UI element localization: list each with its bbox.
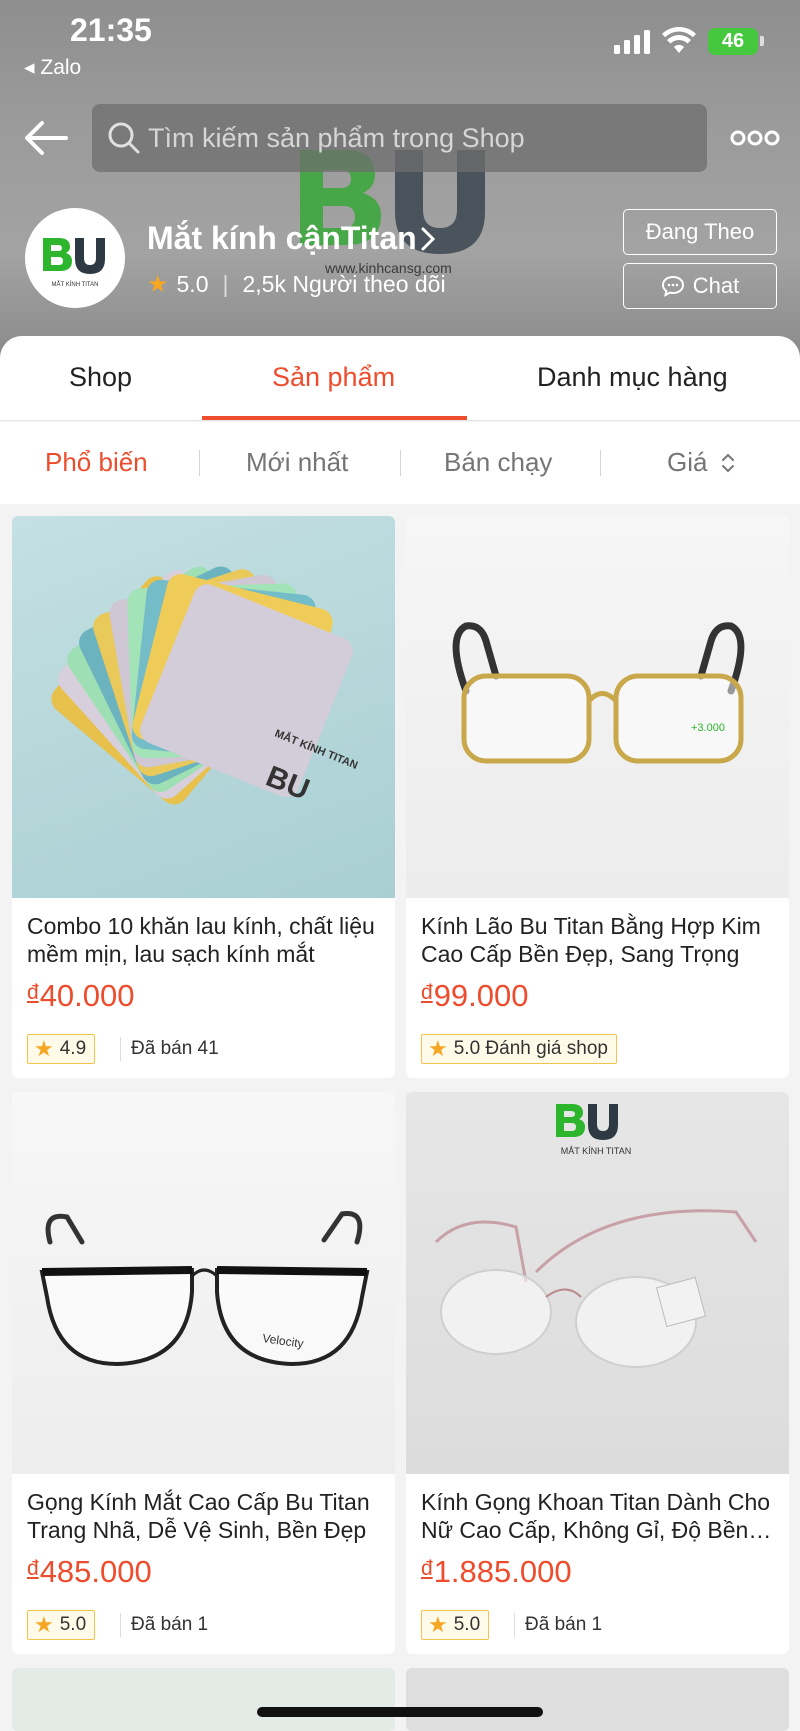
- product-card[interactable]: MẮT KÍNH TITAN Kính Gọng Khoan Titan Dàn…: [406, 1092, 789, 1654]
- price-value: 40.000: [39, 978, 135, 1013]
- product-price: đ40.000: [27, 978, 135, 1014]
- product-image[interactable]: +3.000: [406, 516, 789, 898]
- product-title[interactable]: Kính Gọng Khoan Titan Dành Cho Nữ Cao Cấ…: [421, 1488, 776, 1544]
- sort-arrows-icon: [721, 453, 734, 473]
- product-card[interactable]: [12, 1668, 395, 1731]
- rating-value: 4.9: [59, 1038, 87, 1059]
- price-value: 1.885.000: [433, 1554, 572, 1589]
- chat-bubble-icon: [661, 275, 684, 297]
- tab-categories[interactable]: Danh mục hàng: [537, 362, 728, 393]
- product-card[interactable]: [406, 1668, 789, 1731]
- product-card[interactable]: Velocity Gọng Kính Mắt Cao Cấp Bu Titan …: [12, 1092, 395, 1654]
- rating-value: 5.0 Đánh giá shop: [453, 1038, 608, 1059]
- star-icon: ★: [428, 1612, 448, 1637]
- back-arrow-icon[interactable]: [22, 118, 70, 158]
- wifi-icon: [662, 27, 696, 53]
- chevron-right-icon[interactable]: [420, 226, 436, 252]
- product-title[interactable]: Gọng Kính Mắt Cao Cấp Bu Titan Trang Nhã…: [27, 1488, 382, 1544]
- sort-best-selling[interactable]: Bán chạy: [444, 447, 552, 478]
- shop-search-bar[interactable]: [92, 104, 707, 172]
- rimless-glasses-image: MẮT KÍNH TITAN: [434, 1104, 758, 1368]
- battery-nub: [760, 36, 764, 46]
- rating-badge: ★ 5.0: [27, 1610, 96, 1640]
- sort-price-label: Giá: [667, 447, 708, 477]
- star-icon: ★: [147, 271, 169, 298]
- sort-divider: [400, 450, 401, 476]
- star-icon: ★: [34, 1036, 54, 1061]
- sort-divider: [199, 450, 200, 476]
- product-price: đ485.000: [27, 1554, 152, 1590]
- shop-rating-badge: ★ 5.0 Đánh giá shop: [421, 1034, 617, 1064]
- sold-count: Đã bán 1: [120, 1613, 208, 1637]
- home-indicator[interactable]: [257, 1707, 543, 1717]
- price-value: 99.000: [433, 978, 529, 1013]
- sort-price[interactable]: Giá: [667, 447, 735, 478]
- rating-value: 5.0: [453, 1614, 481, 1635]
- chat-button[interactable]: Chat: [623, 263, 777, 309]
- currency-symbol: đ: [27, 981, 39, 1004]
- eyeglass-frame-image: Velocity: [39, 1211, 370, 1367]
- currency-symbol: đ: [27, 1557, 39, 1580]
- active-tab-indicator: [202, 416, 467, 420]
- product-card[interactable]: MẮT KÍNH TITAN BU Combo 10 khăn lau kính…: [12, 516, 395, 1078]
- tab-shop[interactable]: Shop: [69, 362, 132, 393]
- battery-indicator: 46: [708, 28, 758, 55]
- tab-products[interactable]: Sản phẩm: [272, 362, 395, 393]
- shop-followers: 2,5k Người theo dõi: [242, 271, 446, 297]
- star-icon: ★: [428, 1036, 448, 1061]
- rating-badge: ★ 4.9: [27, 1034, 96, 1064]
- product-title[interactable]: Kính Lão Bu Titan Bằng Hợp Kim Cao Cấp B…: [421, 912, 776, 968]
- product-image[interactable]: Velocity: [12, 1092, 395, 1474]
- product-image[interactable]: MẮT KÍNH TITAN BU: [12, 516, 395, 898]
- search-icon: [108, 122, 140, 154]
- following-button-label: Đang Theo: [645, 219, 755, 244]
- cellular-signal-icon: [614, 30, 650, 54]
- shop-logo: MẮT KÍNH TITAN: [43, 238, 105, 288]
- shop-tabs: Shop Sản phẩm Danh mục hàng: [0, 336, 800, 421]
- rating-badge: ★ 5.0: [421, 1610, 490, 1640]
- back-to-app-link[interactable]: ◂ Zalo: [24, 55, 81, 80]
- following-button[interactable]: Đang Theo: [623, 209, 777, 255]
- image-logo-caption: MẮT KÍNH TITAN: [561, 1146, 632, 1156]
- currency-symbol: đ: [421, 1557, 433, 1580]
- battery-level: 46: [721, 30, 745, 52]
- sort-divider: [600, 450, 601, 476]
- star-icon: ★: [34, 1612, 54, 1637]
- product-image[interactable]: MẮT KÍNH TITAN: [406, 1092, 789, 1474]
- more-options-icon[interactable]: [730, 126, 780, 150]
- search-input[interactable]: [148, 104, 688, 172]
- chat-button-label: Chat: [692, 273, 740, 298]
- currency-symbol: đ: [421, 981, 433, 1004]
- status-bar: 21:35 ◂ Zalo 46: [0, 0, 800, 80]
- shop-name[interactable]: Mắt kính cậnTitan: [147, 220, 417, 257]
- shop-rating: 5.0: [176, 271, 209, 297]
- product-title[interactable]: Combo 10 khăn lau kính, chất liệu mềm mị…: [27, 912, 382, 968]
- shop-logo-caption: MẮT KÍNH TITAN: [51, 280, 98, 288]
- rating-value: 5.0: [59, 1614, 87, 1635]
- sort-newest[interactable]: Mới nhất: [246, 447, 348, 478]
- lens-label: +3.000: [691, 722, 725, 734]
- product-card[interactable]: +3.000 Kính Lão Bu Titan Bằng Hợp Kim Ca…: [406, 516, 789, 1078]
- shop-avatar[interactable]: MẮT KÍNH TITAN: [25, 208, 125, 308]
- cleaning-cloths-image: MẮT KÍNH TITAN BU: [51, 566, 360, 807]
- reading-glasses-image: +3.000: [452, 622, 745, 764]
- shop-stats: ★ 5.0 | 2,5k Người theo dõi: [147, 270, 446, 299]
- sort-popular[interactable]: Phổ biến: [45, 447, 148, 478]
- product-price: đ1.885.000: [421, 1554, 572, 1590]
- status-time: 21:35: [70, 12, 152, 48]
- sold-count: Đã bán 41: [120, 1037, 219, 1061]
- stats-divider: |: [222, 271, 229, 297]
- shop-header: www.kinhcansg.com 21:35 ◂ Zalo 46 Tìm ki…: [0, 0, 800, 360]
- price-value: 485.000: [39, 1554, 152, 1589]
- sort-bar: Phổ biến Mới nhất Bán chạy Giá: [0, 422, 800, 504]
- product-price: đ99.000: [421, 978, 529, 1014]
- sold-count: Đã bán 1: [514, 1613, 602, 1637]
